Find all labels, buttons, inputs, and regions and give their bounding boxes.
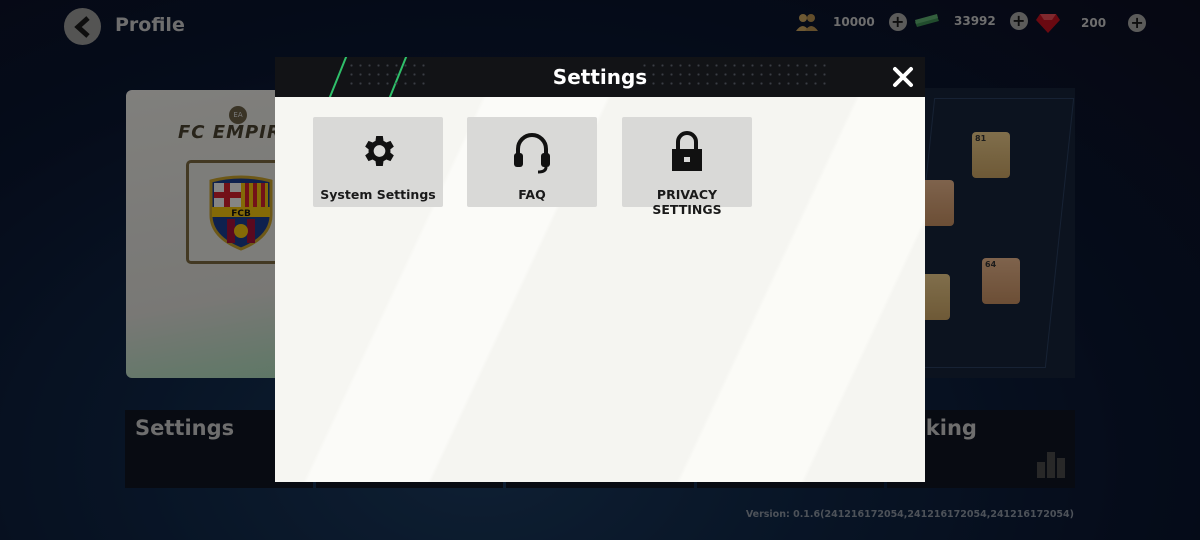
page-title: Profile	[115, 14, 185, 36]
system-settings-button[interactable]: System Settings	[313, 117, 443, 207]
lock-icon	[672, 131, 702, 171]
currency-cash: 33992 +	[913, 12, 1028, 30]
add-cash-button[interactable]: +	[1009, 12, 1028, 30]
add-gems-button[interactable]: +	[1128, 14, 1147, 32]
bar-chart-icon	[1036, 452, 1065, 478]
player-card[interactable]	[920, 180, 954, 226]
modal-body: System Settings FAQ PRIVACY SETTINGS	[275, 97, 925, 482]
club-crest-icon: FCB	[209, 175, 273, 251]
faq-button[interactable]: FAQ	[467, 117, 597, 207]
cash-value: 33992	[954, 14, 996, 28]
close-button[interactable]	[889, 63, 917, 91]
settings-modal: Settings System Settings FAQ PRIVACY SET…	[275, 57, 925, 482]
player-card[interactable]: 64	[982, 258, 1020, 304]
coins-value: 10000	[833, 15, 875, 29]
back-button[interactable]	[64, 8, 101, 45]
option-label: FAQ	[518, 187, 546, 202]
formation-panel[interactable]: 81 64	[920, 88, 1075, 378]
currency-gems: 200 +	[1035, 12, 1147, 34]
gems-value: 200	[1081, 16, 1107, 30]
modal-header: Settings	[275, 57, 925, 97]
ruby-gem-icon	[1036, 14, 1060, 33]
modal-title: Settings	[552, 65, 648, 89]
chevron-left-icon	[73, 15, 90, 38]
version-label: Version: 0.1.6(241216172054,241216172054…	[745, 509, 1074, 520]
add-coins-button[interactable]: +	[888, 13, 907, 31]
tile-label: Settings	[135, 416, 235, 440]
option-label: PRIVACY SETTINGS	[652, 187, 722, 217]
currency-coins: 10000 +	[795, 12, 907, 32]
option-label: System Settings	[320, 187, 436, 202]
player-card[interactable]: 81	[972, 132, 1010, 178]
player-rating: 64	[985, 260, 997, 269]
cash-stack-icon	[915, 14, 939, 27]
headset-icon	[514, 133, 550, 174]
people-coins-icon	[796, 14, 818, 31]
crest-text: FCB	[231, 209, 251, 219]
privacy-settings-button[interactable]: PRIVACY SETTINGS	[622, 117, 752, 217]
player-rating: 81	[975, 134, 987, 143]
close-icon	[893, 67, 913, 87]
gear-icon	[365, 136, 394, 166]
